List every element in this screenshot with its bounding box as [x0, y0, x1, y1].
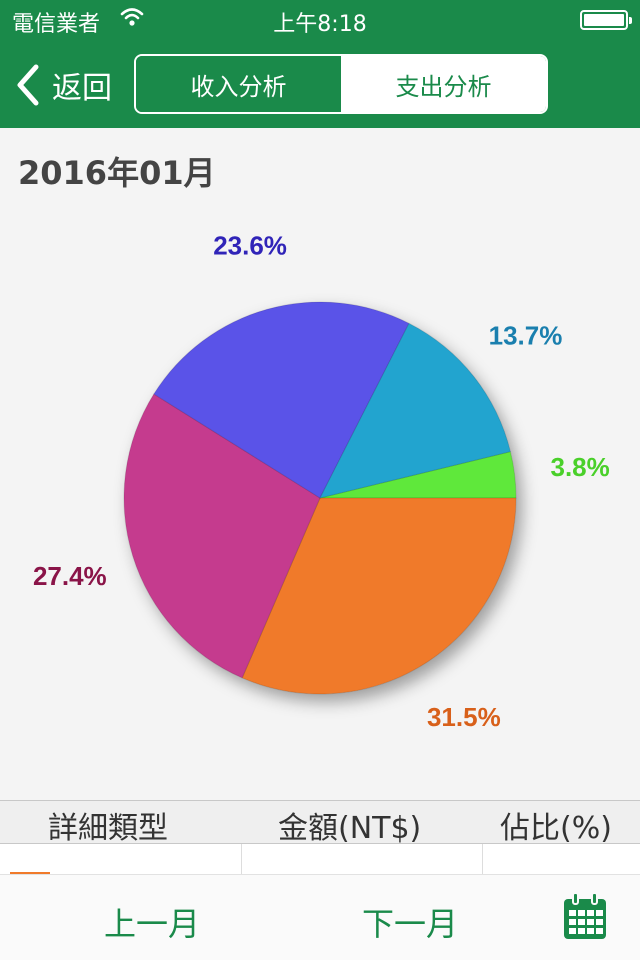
bottom-toolbar: 上一月 下一月: [0, 874, 640, 960]
header-amount: 金額(NT$): [278, 811, 422, 846]
tab-expense-analysis[interactable]: 支出分析: [341, 56, 546, 112]
pie-label-2: 27.4%: [33, 561, 107, 591]
header-category: 詳細類型: [48, 811, 168, 846]
analysis-segmented-control: 收入分析 支出分析: [134, 54, 548, 114]
calendar-icon[interactable]: [562, 891, 608, 941]
pie-label-3: 23.6%: [213, 231, 287, 261]
header-percentage: 佔比(%): [500, 811, 612, 846]
pie-chart: 3.8% 31.5% 27.4% 23.6% 13.7%: [33, 231, 610, 732]
pie-label-4: 13.7%: [489, 320, 563, 350]
month-title: 2016年01月: [18, 154, 216, 192]
back-button[interactable]: 返回: [14, 60, 112, 110]
pie-label-1: 31.5%: [427, 702, 501, 732]
previous-month-button[interactable]: 上一月: [104, 899, 200, 945]
column-divider: [482, 844, 483, 874]
nav-bar: 返回 收入分析 支出分析: [0, 42, 640, 128]
column-divider: [241, 844, 242, 874]
battery-icon: [580, 10, 632, 30]
table-row[interactable]: [0, 844, 640, 876]
chevron-left-icon: [17, 64, 39, 106]
back-label: 返回: [52, 71, 112, 106]
tab-income-analysis[interactable]: 收入分析: [136, 56, 341, 112]
status-bar: 電信業者 上午8:18: [0, 0, 640, 42]
status-time: 上午8:18: [273, 12, 367, 37]
detail-table-header: 詳細類型 金額(NT$) 佔比(%): [0, 800, 640, 846]
pie-label-0: 3.8%: [551, 452, 610, 482]
next-month-button[interactable]: 下一月: [362, 899, 458, 945]
